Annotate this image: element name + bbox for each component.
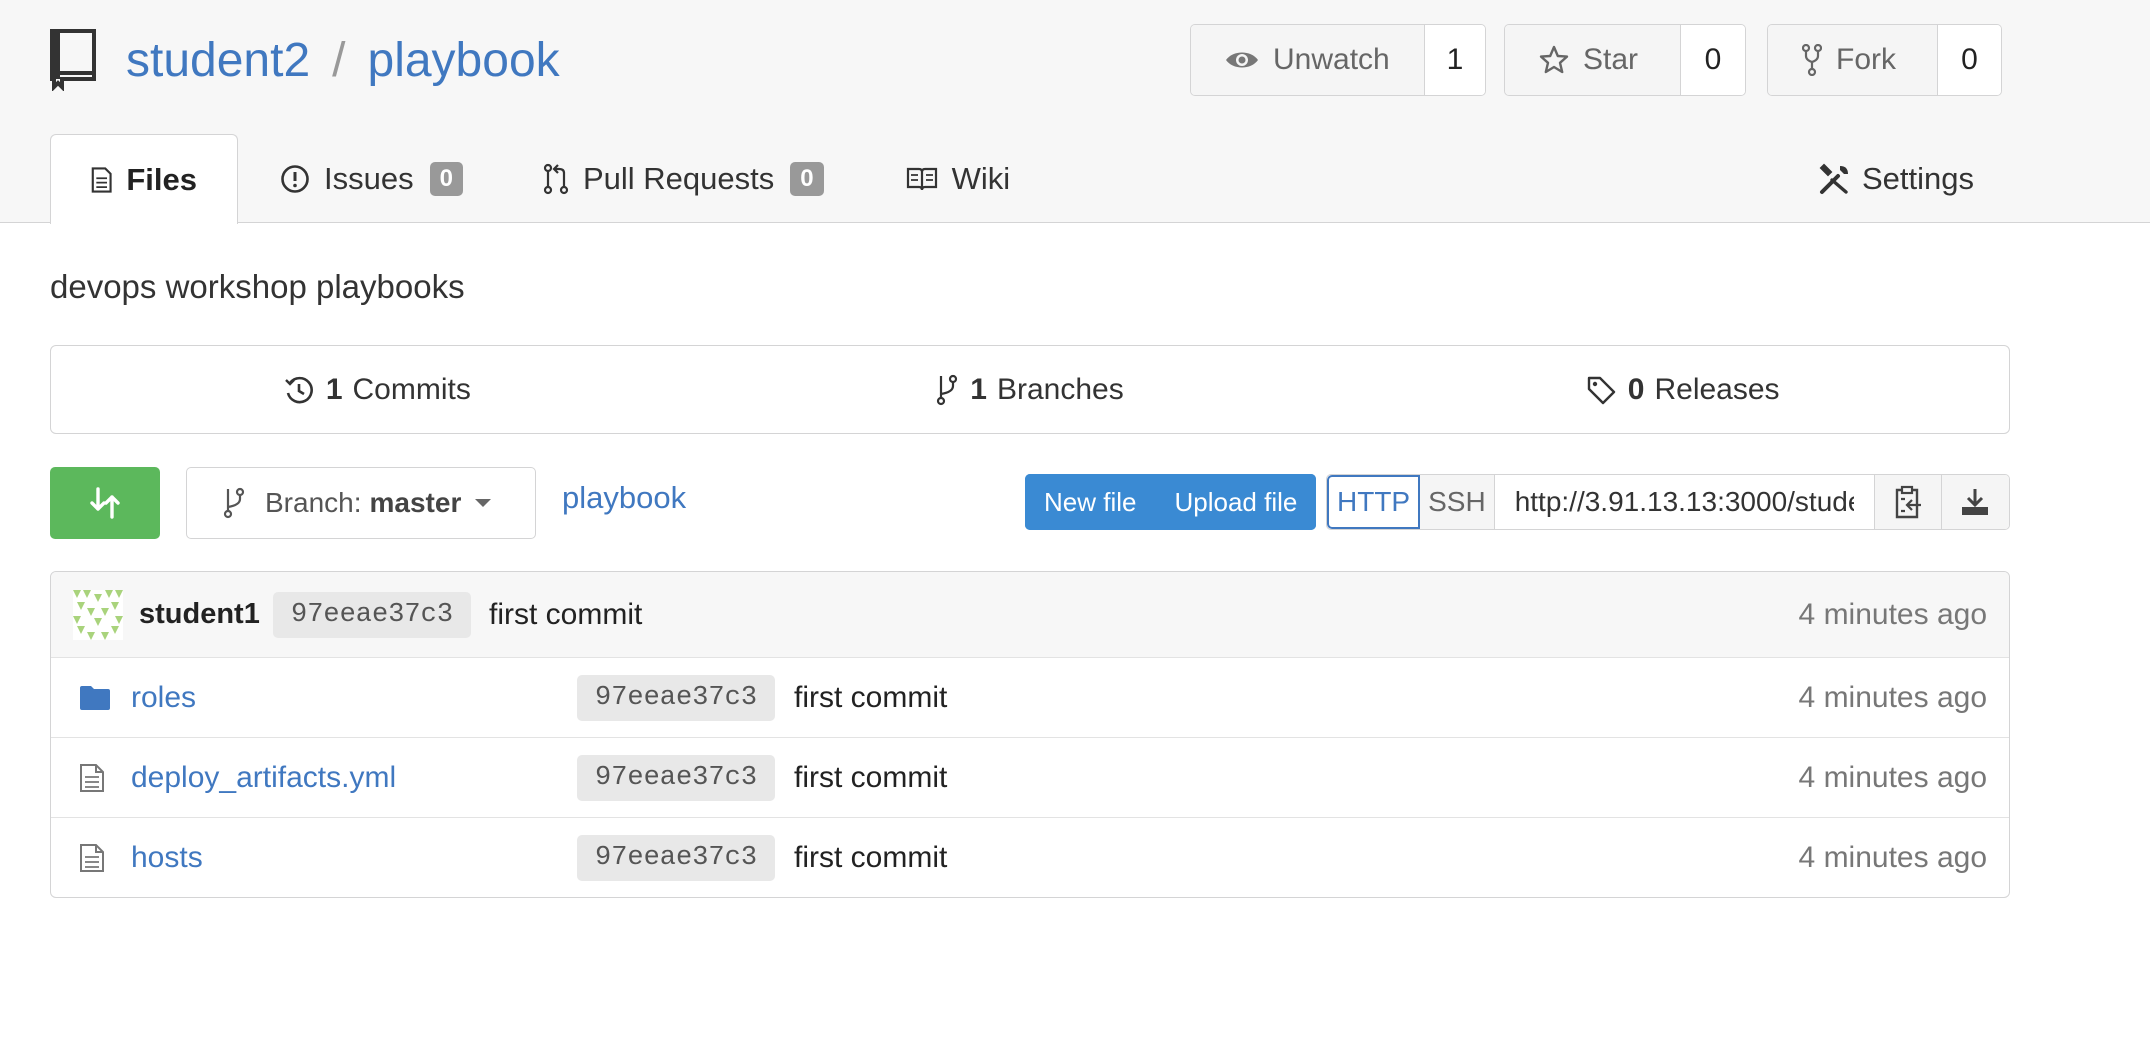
table-row: hosts 97eeae37c3 first commit 4 minutes … <box>51 818 2009 897</box>
releases-count: 0 <box>1627 372 1645 406</box>
file-commit-message[interactable]: first commit <box>794 761 947 795</box>
tab-issues[interactable]: Issues 0 <box>238 134 503 224</box>
fork-label: Fork <box>1836 43 1896 76</box>
repo-name-link[interactable]: playbook <box>368 33 560 88</box>
repo-book-icon <box>50 29 96 91</box>
clipboard-icon <box>1895 485 1921 519</box>
repo-stats-bar: 1 Commits 1 Branches 0 Releases <box>50 345 2010 434</box>
commit-sha[interactable]: 97eeae37c3 <box>273 591 472 638</box>
repo-owner-link[interactable]: student2 <box>126 33 310 88</box>
commit-author[interactable]: student1 <box>139 598 260 631</box>
fork-count[interactable]: 0 <box>1938 25 2001 95</box>
fork-icon <box>1802 44 1822 76</box>
tag-icon <box>1587 376 1615 404</box>
book-icon <box>906 167 937 191</box>
http-protocol-button[interactable]: HTTP <box>1327 475 1421 529</box>
file-text-icon <box>91 166 112 193</box>
file-text-icon <box>80 844 104 872</box>
commit-message[interactable]: first commit <box>489 598 642 632</box>
tab-wiki[interactable]: Wiki <box>864 134 1051 224</box>
file-name-link[interactable]: hosts <box>131 841 203 875</box>
file-commit-age: 4 minutes ago <box>1798 680 1987 714</box>
releases-label: Releases <box>1654 372 1780 406</box>
tab-wiki-label: Wiki <box>951 161 1011 196</box>
repo-tabs: Files Issues 0 Pull Requests 0 Wiki <box>50 134 1050 224</box>
history-icon <box>284 376 313 403</box>
compare-sync-icon <box>90 487 120 519</box>
clone-url-input[interactable] <box>1494 475 1875 529</box>
file-commit-sha[interactable]: 97eeae37c3 <box>577 674 776 721</box>
branch-prefix: Branch: <box>265 487 362 518</box>
latest-commit-row: student1 97eeae37c3 first commit 4 minut… <box>51 572 2009 658</box>
file-commit-age: 4 minutes ago <box>1798 760 1987 794</box>
download-archive-button[interactable] <box>1941 475 2009 529</box>
file-actions: New file Upload file <box>1025 474 1317 530</box>
clone-panel: HTTP SSH <box>1326 474 2010 530</box>
unwatch-button[interactable]: Unwatch <box>1191 25 1425 95</box>
tab-settings[interactable]: Settings <box>1818 134 1974 224</box>
file-commit-age: 4 minutes ago <box>1798 841 1987 874</box>
file-commit-sha[interactable]: 97eeae37c3 <box>577 754 776 801</box>
branch-dropdown[interactable]: Branch: master <box>186 467 536 539</box>
pull-requests-count-badge: 0 <box>790 162 824 196</box>
tab-settings-label: Settings <box>1862 161 1975 196</box>
branches-label: Branches <box>996 372 1124 406</box>
watch-group: Unwatch 1 <box>1190 24 1486 96</box>
table-row: deploy_artifacts.yml 97eeae37c3 first co… <box>51 738 2009 818</box>
file-name-link[interactable]: roles <box>131 681 196 715</box>
branch-name: master <box>369 487 462 518</box>
watch-count[interactable]: 1 <box>1425 25 1485 95</box>
folder-icon <box>80 685 110 710</box>
repo-description: devops workshop playbooks <box>50 268 465 305</box>
file-text-icon <box>80 763 104 792</box>
star-button[interactable]: Star <box>1505 25 1681 95</box>
tab-issues-label: Issues <box>324 161 414 196</box>
file-commit-message[interactable]: first commit <box>794 841 947 875</box>
breadcrumb-repo-link[interactable]: playbook <box>562 480 686 516</box>
download-icon <box>1962 489 1989 515</box>
upload-file-button[interactable]: Upload file <box>1155 474 1317 530</box>
releases-stat[interactable]: 0 Releases <box>1356 346 2009 433</box>
branches-count: 1 <box>970 372 987 406</box>
file-commit-sha[interactable]: 97eeae37c3 <box>577 835 776 881</box>
star-icon <box>1539 45 1569 74</box>
issue-opened-icon <box>281 165 309 193</box>
new-file-button[interactable]: New file <box>1025 474 1156 530</box>
commits-label: Commits <box>352 372 471 406</box>
git-branch-icon <box>223 487 245 519</box>
pull-request-icon <box>543 163 569 195</box>
fork-group: Fork 0 <box>1767 24 2002 96</box>
tools-icon <box>1819 163 1848 194</box>
repo-title: student2 / playbook <box>48 20 560 100</box>
ssh-protocol-button[interactable]: SSH <box>1420 475 1495 529</box>
file-commit-message[interactable]: first commit <box>794 681 947 715</box>
unwatch-label: Unwatch <box>1273 43 1390 76</box>
copy-clone-url-button[interactable] <box>1874 475 1942 529</box>
commits-count: 1 <box>325 372 343 406</box>
star-count[interactable]: 0 <box>1681 25 1745 95</box>
star-group: Star 0 <box>1504 24 1746 96</box>
file-name-link[interactable]: deploy_artifacts.yml <box>131 761 396 795</box>
table-row: roles 97eeae37c3 first commit 4 minutes … <box>51 658 2009 738</box>
issues-count-badge: 0 <box>429 162 463 196</box>
commits-stat[interactable]: 1 Commits <box>51 346 704 433</box>
branches-stat[interactable]: 1 Branches <box>704 346 1357 433</box>
chevron-down-icon <box>475 499 492 507</box>
commit-age: 4 minutes ago <box>1798 597 1987 631</box>
git-branch-icon <box>937 374 958 405</box>
repo-separator: / <box>332 33 346 87</box>
tab-files[interactable]: Files <box>50 134 238 224</box>
fork-button[interactable]: Fork <box>1768 25 1938 95</box>
file-table: student1 97eeae37c3 first commit 4 minut… <box>50 571 2010 898</box>
tab-files-label: Files <box>126 161 197 197</box>
eye-icon <box>1226 52 1258 68</box>
avatar[interactable] <box>73 590 123 640</box>
tab-pull-requests-label: Pull Requests <box>582 161 775 196</box>
compare-button[interactable] <box>50 467 160 539</box>
star-label: Star <box>1583 43 1639 76</box>
tab-pull-requests[interactable]: Pull Requests 0 <box>503 134 864 224</box>
